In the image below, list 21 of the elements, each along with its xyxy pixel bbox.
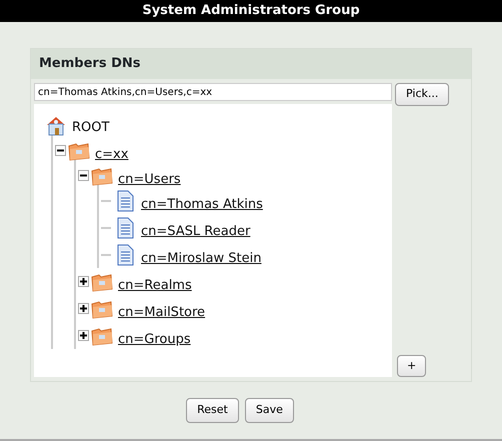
expand-icon[interactable] xyxy=(78,276,89,287)
tree-node-link[interactable]: cn=Thomas Atkins xyxy=(141,194,263,214)
tree-node-link[interactable]: cn=Realms xyxy=(118,276,192,296)
tree-node-link[interactable]: cn=SASL Reader xyxy=(141,222,250,242)
tree-node-link[interactable]: cn=Users xyxy=(118,170,181,190)
tree-root-label[interactable]: ROOT xyxy=(72,118,110,138)
tree-node-link[interactable]: cn=Groups xyxy=(118,330,191,350)
action-button[interactable]: Save xyxy=(244,398,294,422)
tree-node-link[interactable]: cn=Miroslaw Stein xyxy=(141,248,262,268)
collapse-icon[interactable] xyxy=(55,145,66,156)
add-button[interactable]: + xyxy=(397,354,426,377)
expand-icon[interactable] xyxy=(78,330,89,341)
action-button[interactable]: Reset xyxy=(186,398,239,422)
expand-icon[interactable] xyxy=(78,303,89,314)
window-title: System Administrators Group xyxy=(0,0,502,22)
pick-button[interactable]: Pick... xyxy=(395,83,450,106)
panel-title: Members DNs xyxy=(31,49,471,79)
collapse-icon[interactable] xyxy=(78,170,89,181)
tree-node-link[interactable]: c=xx xyxy=(95,144,128,164)
tree-node-link[interactable]: cn=MailStore xyxy=(118,302,206,322)
input-field[interactable]: cn=Thomas Atkins,cn=Users,c=xx xyxy=(34,83,392,101)
